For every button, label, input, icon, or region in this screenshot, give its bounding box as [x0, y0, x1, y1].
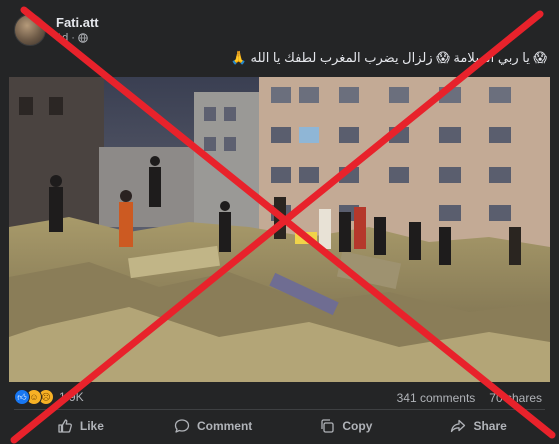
author-name[interactable]: Fati.att — [56, 15, 99, 31]
comment-label: Comment — [196, 419, 253, 433]
comment-button[interactable]: Comment — [147, 411, 280, 441]
share-icon — [451, 419, 466, 433]
author-avatar[interactable] — [14, 14, 46, 46]
post-stats: 👍︎ ☺ ☹ 1.9K 341 comments 70 shares — [0, 386, 559, 408]
post-header: Fati.att 1d · — [14, 12, 99, 48]
like-label: Like — [79, 419, 104, 433]
reactions-summary[interactable]: 👍︎ ☺ ☹ 1.9K — [14, 389, 84, 405]
facebook-post: Fati.att 1d · 😱 يا ربي السلامة 😱 زلزال ي… — [0, 0, 559, 444]
post-actions: Like Comment Copy Share — [14, 411, 545, 441]
post-photo[interactable] — [9, 77, 550, 382]
thumbs-up-icon — [58, 419, 72, 433]
like-button[interactable]: Like — [14, 411, 147, 441]
like-reaction-icon: 👍︎ — [14, 389, 30, 405]
copy-button[interactable]: Copy — [280, 411, 413, 441]
post-meta: 1d · — [56, 31, 99, 46]
share-label: Share — [473, 419, 507, 433]
post-caption: 😱 يا ربي السلامة 😱 زلزال يضرب المغرب لطف… — [230, 50, 547, 65]
comment-icon — [174, 419, 190, 433]
comments-count[interactable]: 341 comments — [397, 391, 476, 405]
reaction-count[interactable]: 1.9K — [59, 390, 84, 404]
shares-count[interactable]: 70 shares — [489, 391, 542, 405]
engagement-stats: 341 comments 70 shares — [397, 391, 542, 405]
copy-label: Copy — [342, 419, 373, 433]
share-button[interactable]: Share — [412, 411, 545, 441]
author-block: Fati.att 1d · — [56, 15, 99, 46]
post-time[interactable]: 1d — [56, 31, 68, 46]
earthquake-rubble-image — [9, 77, 550, 382]
globe-icon — [78, 33, 88, 43]
copy-icon — [321, 419, 335, 433]
divider — [14, 409, 545, 410]
meta-separator: · — [71, 31, 75, 44]
